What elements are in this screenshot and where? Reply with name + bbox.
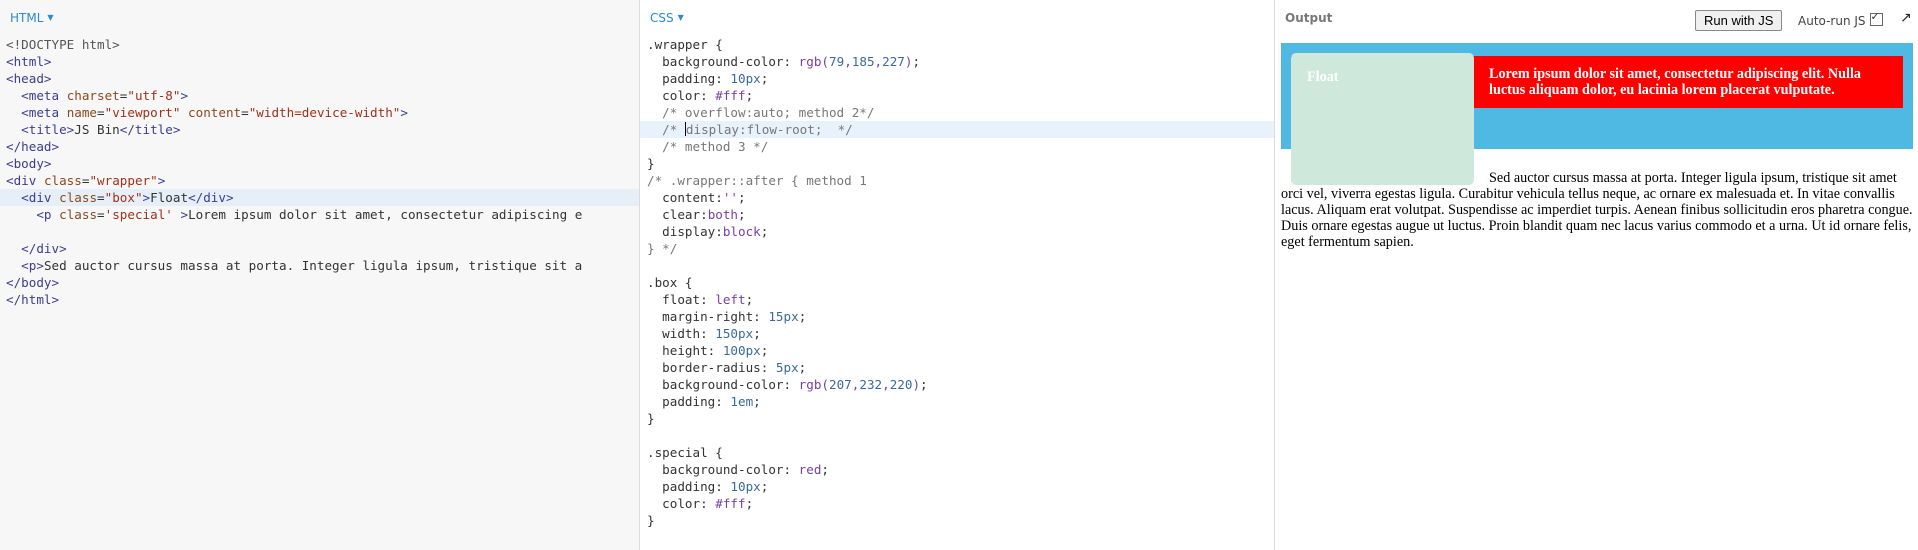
code-line[interactable]: border-radius: 5px; <box>640 359 1274 376</box>
css-panel-label: CSS <box>650 11 674 25</box>
code-line[interactable]: } <box>640 155 1274 172</box>
output-float-box: Float <box>1291 53 1474 185</box>
run-with-js-button[interactable]: Run with JS <box>1695 10 1783 31</box>
code-line[interactable]: </body> <box>0 274 639 291</box>
code-line[interactable]: width: 150px; <box>640 325 1274 342</box>
code-line[interactable]: } <box>640 512 1274 529</box>
code-line[interactable]: clear:both; <box>640 206 1274 223</box>
autorun-checkbox[interactable] <box>1869 10 1883 26</box>
code-line[interactable]: ​ <box>0 223 639 240</box>
output-panel: Output Run with JS Auto-run JS ↗ Float L… <box>1275 0 1918 550</box>
html-code-editor[interactable]: <!DOCTYPE html> <html> <head> <meta charse… <box>0 36 639 308</box>
code-line[interactable]: display:block; <box>640 223 1274 240</box>
code-line[interactable] <box>640 427 1274 444</box>
code-line[interactable]: <p>Sed auctor cursus massa at porta. Int… <box>0 257 639 274</box>
code-line[interactable]: content:''; <box>640 189 1274 206</box>
code-line[interactable]: color: #fff; <box>640 495 1274 512</box>
code-line[interactable]: </html> <box>0 291 639 308</box>
code-line[interactable]: } <box>640 410 1274 427</box>
code-line[interactable]: <div class="wrapper"> <box>0 172 639 189</box>
code-line[interactable]: /* overflow:auto; method 2*/ <box>640 104 1274 121</box>
code-line[interactable]: float: left; <box>640 291 1274 308</box>
code-line[interactable]: padding: 1em; <box>640 393 1274 410</box>
rendered-output: Float Lorem ipsum dolor sit amet, consec… <box>1281 43 1913 250</box>
output-panel-label: Output <box>1285 11 1333 25</box>
code-line[interactable] <box>640 257 1274 274</box>
code-line[interactable]: padding: 10px; <box>640 478 1274 495</box>
code-line[interactable]: .special { <box>640 444 1274 461</box>
code-line[interactable]: color: #fff; <box>640 87 1274 104</box>
code-line[interactable]: height: 100px; <box>640 342 1274 359</box>
code-line[interactable]: <body> <box>0 155 639 172</box>
code-line[interactable]: margin-right: 15px; <box>640 308 1274 325</box>
code-line[interactable]: <title>JS Bin</title> <box>0 121 639 138</box>
code-line[interactable]: <html> <box>0 53 639 70</box>
code-line[interactable]: background-color: red; <box>640 461 1274 478</box>
code-line[interactable]: /* display:flow-root; */ <box>640 121 1274 138</box>
code-line[interactable]: background-color: rgb(79,185,227); <box>640 53 1274 70</box>
popout-arrow-icon[interactable]: ↗ <box>1900 10 1912 26</box>
code-line[interactable]: <div class="box">Float</div> <box>0 189 639 206</box>
chevron-down-icon: ▼ <box>47 13 54 22</box>
code-line[interactable]: /* .wrapper::after { method 1 <box>640 172 1274 189</box>
html-editor-panel: HTML ▼ <!DOCTYPE html> <html> <head> <meta … <box>0 0 640 550</box>
html-panel-tab[interactable]: HTML ▼ <box>10 11 54 25</box>
code-line[interactable]: .box { <box>640 274 1274 291</box>
css-code-editor[interactable]: .wrapper { background-color: rgb(79,185,… <box>640 36 1274 529</box>
code-line[interactable]: <p class='special' >Lorem ipsum dolor si… <box>0 206 639 223</box>
code-line[interactable]: background-color: rgb(207,232,220); <box>640 376 1274 393</box>
output-wrapper: Float Lorem ipsum dolor sit amet, consec… <box>1281 43 1913 185</box>
css-panel-tab[interactable]: CSS ▼ <box>650 11 684 25</box>
code-line[interactable]: /* method 3 */ <box>640 138 1274 155</box>
css-editor-panel: CSS ▼ .wrapper { background-color: rgb(79… <box>640 0 1275 550</box>
code-line[interactable]: <meta charset="utf-8"> <box>0 87 639 104</box>
code-line[interactable]: padding: 10px; <box>640 70 1274 87</box>
code-line[interactable]: .wrapper { <box>640 36 1274 53</box>
autorun-toggle[interactable]: Auto-run JS <box>1798 10 1883 28</box>
code-line[interactable]: <head> <box>0 70 639 87</box>
code-line[interactable]: } */ <box>640 240 1274 257</box>
code-line[interactable]: <meta name="viewport" content="width=dev… <box>0 104 639 121</box>
chevron-down-icon: ▼ <box>677 13 684 22</box>
autorun-label: Auto-run JS <box>1798 14 1866 28</box>
html-panel-label: HTML <box>10 11 44 25</box>
code-line[interactable]: </head> <box>0 138 639 155</box>
code-line[interactable]: <!DOCTYPE html> <box>0 36 639 53</box>
code-line[interactable]: </div> <box>0 240 639 257</box>
